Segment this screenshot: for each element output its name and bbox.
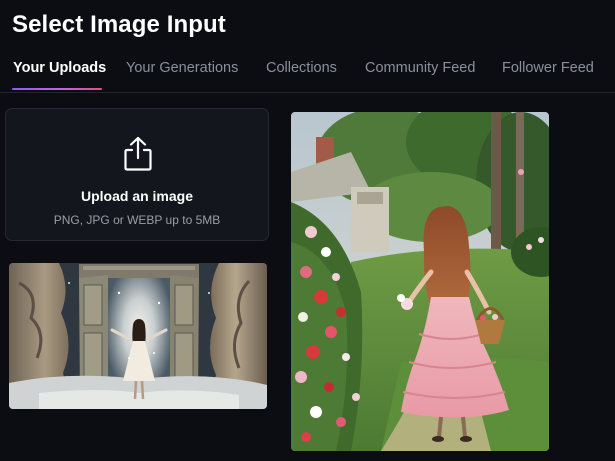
- gallery-image-garden-girl[interactable]: [291, 112, 549, 451]
- tab-bar: Your Uploads Your Generations Collection…: [0, 56, 615, 93]
- tab-community-feed[interactable]: Community Feed: [365, 59, 475, 77]
- share-upload-icon: [124, 136, 152, 171]
- gallery-image-door-girl[interactable]: [9, 263, 267, 409]
- upload-formats-hint: PNG, JPG or WEBP up to 5MB: [53, 213, 221, 227]
- upload-title: Upload an image: [80, 188, 194, 204]
- select-image-input-dialog: Select Image Input Your Uploads Your Gen…: [0, 0, 615, 461]
- door-girl-painting: [9, 263, 267, 409]
- active-tab-indicator: [12, 88, 102, 90]
- garden-girl-painting: [291, 112, 549, 451]
- tab-follower-feed[interactable]: Follower Feed: [502, 59, 594, 77]
- tab-your-generations[interactable]: Your Generations: [126, 59, 238, 77]
- upload-dropzone[interactable]: Upload an image PNG, JPG or WEBP up to 5…: [5, 108, 269, 241]
- tab-collections[interactable]: Collections: [266, 59, 337, 77]
- page-title: Select Image Input: [12, 11, 226, 38]
- tab-your-uploads[interactable]: Your Uploads: [13, 59, 106, 77]
